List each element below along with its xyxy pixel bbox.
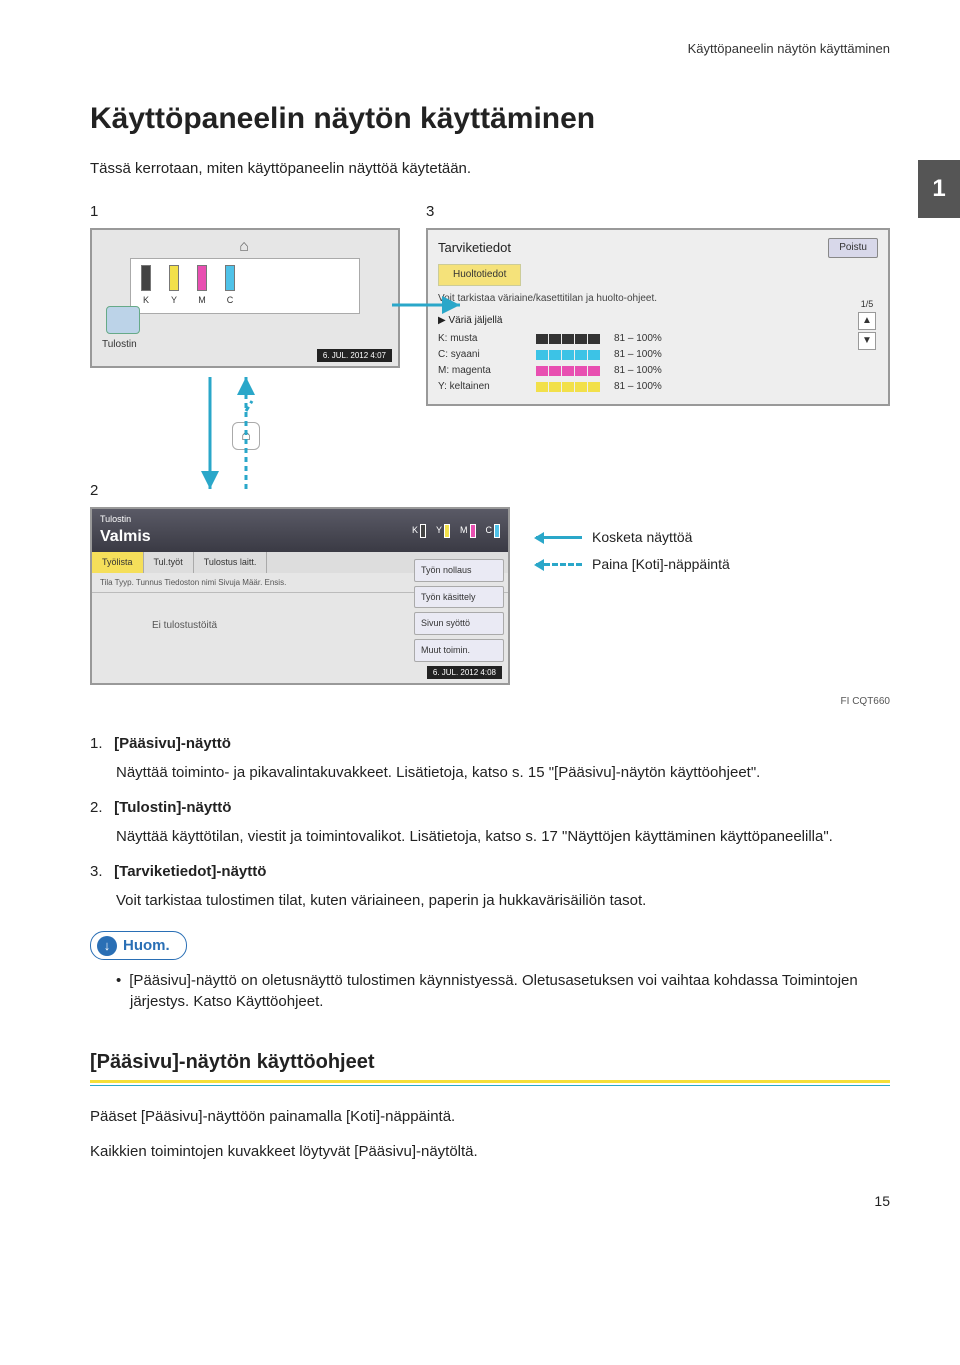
supplies-title: Tarviketiedot xyxy=(438,239,511,257)
printer-icon xyxy=(106,306,140,334)
toner-c-label: C xyxy=(227,295,234,305)
ink-remaining-head: ▶ Väriä jäljellä xyxy=(438,314,878,328)
tab-printdev[interactable]: Tulostus laitt. xyxy=(194,552,268,573)
running-head: Käyttöpaneelin näytön käyttäminen xyxy=(90,40,890,58)
printer-status: Valmis xyxy=(100,526,151,548)
ink-m-pct: 81 – 100% xyxy=(614,364,662,378)
screen-home: ⌂ K Y M C Tulostin 6. JUL. 2012 4:07 xyxy=(90,228,400,368)
item1-num: 1. xyxy=(90,733,110,754)
callout-1: 1 xyxy=(90,201,400,222)
arrow-solid-icon xyxy=(536,536,582,539)
item3-head: 3. [Tarviketiedot]-näyttö xyxy=(90,861,890,882)
item1-title: [Pääsivu]-näyttö xyxy=(114,735,231,752)
page-number: 15 xyxy=(90,1192,890,1212)
service-info-button[interactable]: Huoltotiedot xyxy=(438,264,521,286)
home-footer-date: 6. JUL. 2012 4:07 xyxy=(317,349,392,362)
legend: Kosketa näyttöä Paina [Koti]-näppäintä xyxy=(536,480,730,577)
toner-m-label: M xyxy=(198,295,206,305)
item2-title: [Tulostin]-näyttö xyxy=(114,799,231,816)
mini-m: M xyxy=(460,524,468,537)
sub-para-1: Pääset [Pääsivu]-näyttöön painamalla [Ko… xyxy=(90,1106,890,1127)
note-label: Huom. xyxy=(123,935,170,956)
toner-y-label: Y xyxy=(171,295,177,305)
home-icon: ⌂ xyxy=(232,236,256,258)
chapter-tab: 1 xyxy=(918,160,960,218)
note-icon: ↓ xyxy=(97,936,117,956)
ink-row-m: M: magenta 81 – 100% xyxy=(438,364,878,378)
screen-printer: Tulostin Valmis K Y M C Työlista Tul.työ… xyxy=(90,507,510,685)
mini-c: C xyxy=(486,524,493,537)
printer-tab-label: Tulostin xyxy=(100,513,151,526)
ink-c-name: C: syaani xyxy=(438,348,528,362)
tab-joblist[interactable]: Työlista xyxy=(92,552,144,573)
callout-2: 2 xyxy=(90,480,510,501)
note-bullet: [Pääsivu]-näyttö on oletusnäyttö tulosti… xyxy=(116,970,890,1012)
printer-label: Tulostin xyxy=(102,338,137,352)
mini-y: Y xyxy=(436,524,442,537)
toner-box: K Y M C xyxy=(130,258,360,314)
page-title: Käyttöpaneelin näytön käyttäminen xyxy=(90,98,890,140)
ink-y-name: Y: keltainen xyxy=(438,380,528,394)
figure-code: FI CQT660 xyxy=(90,695,890,709)
item2-num: 2. xyxy=(90,797,110,818)
mini-toners: K Y M C xyxy=(412,524,500,538)
numbered-list: 1. [Pääsivu]-näyttö Näyttää toiminto- ja… xyxy=(90,733,890,911)
home-key-icon: ⌂ xyxy=(232,422,260,450)
pager-up[interactable]: ▲ xyxy=(858,312,876,330)
note-badge: ↓ Huom. xyxy=(90,931,187,960)
btn-job-reset[interactable]: Työn nollaus xyxy=(414,559,504,582)
pager-down[interactable]: ▼ xyxy=(858,332,876,350)
item3-num: 3. xyxy=(90,861,110,882)
callout-3: 3 xyxy=(426,201,890,222)
btn-other[interactable]: Muut toimin. xyxy=(414,639,504,662)
item3-title: [Tarviketiedot]-näyttö xyxy=(114,863,266,880)
item2-body: Näyttää käyttötilan, viestit ja toiminto… xyxy=(116,826,890,847)
supplies-desc: Voit tarkistaa väriaine/kasettitilan ja … xyxy=(438,292,878,306)
printer-footer-date: 6. JUL. 2012 4:08 xyxy=(427,666,502,679)
mini-k: K xyxy=(412,524,418,537)
pager: 1/5 ▲ ▼ xyxy=(858,298,876,351)
legend-press-home: Paina [Koti]-näppäintä xyxy=(592,551,730,578)
intro-text: Tässä kerrotaan, miten käyttöpaneelin nä… xyxy=(90,158,890,179)
figure-area: 1 ⌂ K Y M C Tulostin 6. JUL. 2012 4:07 3 xyxy=(90,201,890,685)
subsection-rule xyxy=(90,1080,890,1086)
legend-touch: Kosketa näyttöä xyxy=(592,524,692,551)
ink-k-name: K: musta xyxy=(438,332,528,346)
tab-printjobs[interactable]: Tul.työt xyxy=(144,552,194,573)
ink-m-name: M: magenta xyxy=(438,364,528,378)
subsection-title: [Pääsivu]-näytön käyttöohjeet xyxy=(90,1048,890,1076)
btn-form-feed[interactable]: Sivun syöttö xyxy=(414,612,504,635)
screen-supplies-info: Tarviketiedot Poistu Huoltotiedot Voit t… xyxy=(426,228,890,406)
ink-y-pct: 81 – 100% xyxy=(614,380,662,394)
item1-body: Näyttää toiminto- ja pikavalintakuvakkee… xyxy=(116,762,890,783)
btn-job-handle[interactable]: Työn käsittely xyxy=(414,586,504,609)
ink-k-pct: 81 – 100% xyxy=(614,332,662,346)
sub-para-2: Kaikkien toimintojen kuvakkeet löytyvät … xyxy=(90,1141,890,1162)
pager-indicator: 1/5 xyxy=(858,298,876,311)
exit-button[interactable]: Poistu xyxy=(828,238,878,258)
item1-head: 1. [Pääsivu]-näyttö xyxy=(90,733,890,754)
toner-k-label: K xyxy=(143,295,149,305)
ink-c-pct: 81 – 100% xyxy=(614,348,662,362)
item3-body: Voit tarkistaa tulostimen tilat, kuten v… xyxy=(116,890,890,911)
arrow-dashed-icon xyxy=(536,563,582,566)
ink-row-c: C: syaani 81 – 100% xyxy=(438,348,878,362)
ink-row-y: Y: keltainen 81 – 100% xyxy=(438,380,878,394)
item2-head: 2. [Tulostin]-näyttö xyxy=(90,797,890,818)
ink-row-k: K: musta 81 – 100% xyxy=(438,332,878,346)
